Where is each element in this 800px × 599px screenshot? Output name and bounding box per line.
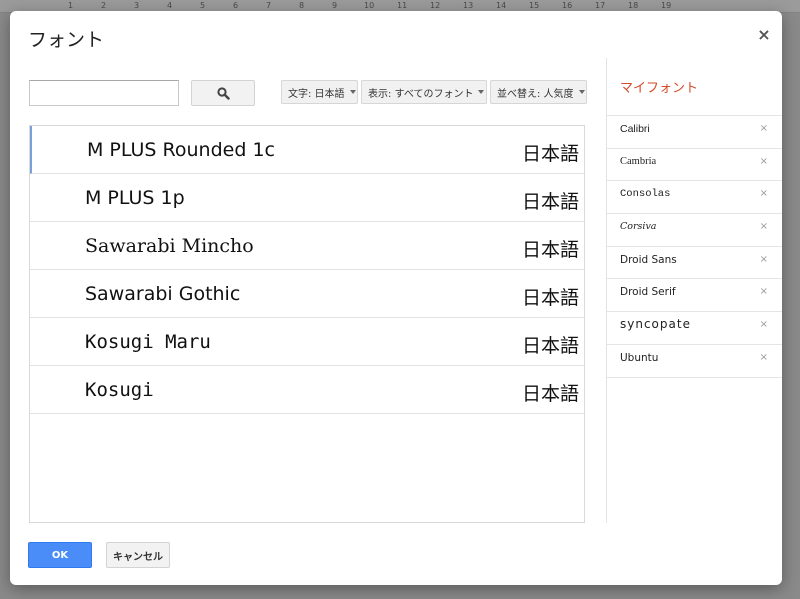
my-font-name: Consolas — [620, 188, 671, 201]
font-row[interactable]: M PLUS 1p 日本語 — [30, 174, 584, 222]
font-sample: 日本語 — [521, 239, 579, 261]
ruler-mark: 10 — [364, 1, 375, 10]
search-input[interactable] — [29, 80, 179, 106]
search-icon — [216, 86, 230, 100]
my-font-item[interactable]: Cambria × — [606, 149, 782, 182]
my-font-name: Droid Sans — [620, 253, 677, 266]
script-filter-dropdown[interactable]: 文字: 日本語 — [281, 80, 358, 104]
my-font-name: Droid Serif — [620, 286, 676, 299]
my-font-item[interactable]: Corsiva × — [606, 214, 782, 247]
ruler-mark: 3 — [134, 1, 140, 10]
ruler-mark: 18 — [628, 1, 639, 10]
ok-button[interactable]: OK — [28, 542, 92, 568]
font-row[interactable]: M PLUS Rounded 1c 日本語 — [30, 126, 584, 174]
remove-icon[interactable]: × — [760, 156, 768, 167]
font-dialog: フォント × 文字: 日本語 表示: すべてのフォント 並べ替え: 人気度 M … — [10, 11, 782, 585]
ruler-mark: 2 — [101, 1, 107, 10]
ruler-mark: 7 — [266, 1, 272, 10]
font-name: M PLUS 1p — [85, 187, 185, 209]
my-font-item[interactable]: syncopate × — [606, 312, 782, 345]
font-row[interactable]: Sawarabi Gothic 日本語 — [30, 270, 584, 318]
remove-icon[interactable]: × — [760, 319, 768, 330]
ruler-mark: 16 — [562, 1, 573, 10]
show-filter-dropdown[interactable]: 表示: すべてのフォント — [361, 80, 487, 104]
font-row[interactable]: Sawarabi Mincho 日本語 — [30, 222, 584, 270]
remove-icon[interactable]: × — [760, 352, 768, 363]
font-sample: 日本語 — [521, 287, 579, 309]
my-fonts-list: Calibri × Cambria × Consolas × Corsiva ×… — [606, 115, 782, 378]
ruler-mark: 17 — [595, 1, 606, 10]
script-filter-label: 文字: 日本語 — [288, 88, 345, 100]
my-fonts-title: マイフォント — [620, 81, 699, 96]
remove-icon[interactable]: × — [760, 254, 768, 265]
chevron-down-icon — [478, 90, 485, 94]
ruler-mark: 19 — [661, 1, 672, 10]
my-font-name: syncopate — [620, 317, 691, 332]
remove-icon[interactable]: × — [760, 221, 768, 232]
sort-dropdown[interactable]: 並べ替え: 人気度 — [490, 80, 587, 104]
font-name: Kosugi — [85, 379, 154, 401]
cancel-button[interactable]: キャンセル — [106, 542, 170, 568]
font-name: M PLUS Rounded 1c — [87, 139, 275, 161]
ruler-mark: 11 — [397, 1, 408, 10]
ruler-mark: 5 — [200, 1, 206, 10]
my-font-item[interactable]: Calibri × — [606, 116, 782, 149]
ruler-mark: 9 — [332, 1, 338, 10]
font-sample: 日本語 — [521, 191, 579, 213]
my-font-item[interactable]: Droid Sans × — [606, 247, 782, 280]
remove-icon[interactable]: × — [760, 123, 768, 134]
font-name: Sawarabi Gothic — [85, 283, 241, 305]
remove-icon[interactable]: × — [760, 188, 768, 199]
font-row[interactable]: Kosugi 日本語 — [30, 366, 584, 414]
font-sample: 日本語 — [521, 143, 579, 165]
font-row[interactable]: Kosugi Maru 日本語 — [30, 318, 584, 366]
font-list: M PLUS Rounded 1c 日本語 M PLUS 1p 日本語 Sawa… — [29, 125, 585, 523]
ruler-mark: 13 — [463, 1, 474, 10]
my-font-name: Calibri — [620, 123, 650, 135]
remove-icon[interactable]: × — [760, 286, 768, 297]
search-button[interactable] — [191, 80, 255, 106]
chevron-down-icon — [349, 90, 356, 94]
my-font-item[interactable]: Consolas × — [606, 181, 782, 215]
dialog-title: フォント — [28, 29, 105, 51]
ruler-mark: 4 — [167, 1, 173, 10]
my-font-item[interactable]: Droid Serif × — [606, 279, 782, 313]
ruler-mark: 8 — [299, 1, 305, 10]
chevron-down-icon — [578, 90, 585, 94]
font-name: Sawarabi Mincho — [85, 235, 254, 257]
sort-label: 並べ替え: 人気度 — [497, 88, 574, 100]
font-sample: 日本語 — [521, 335, 579, 357]
my-font-name: Cambria — [620, 155, 657, 167]
ruler-mark: 6 — [233, 1, 239, 10]
font-sample: 日本語 — [521, 383, 579, 405]
ruler-mark: 14 — [496, 1, 507, 10]
my-font-item[interactable]: Ubuntu × — [606, 345, 782, 378]
font-name: Kosugi Maru — [85, 331, 211, 353]
my-font-name: Corsiva — [620, 221, 657, 233]
my-font-name: Ubuntu — [620, 351, 659, 364]
ruler-mark: 12 — [430, 1, 441, 10]
close-icon[interactable]: × — [756, 27, 772, 43]
ruler-mark: 1 — [68, 1, 74, 10]
show-filter-label: 表示: すべてのフォント — [368, 88, 474, 100]
ruler-mark: 15 — [529, 1, 540, 10]
